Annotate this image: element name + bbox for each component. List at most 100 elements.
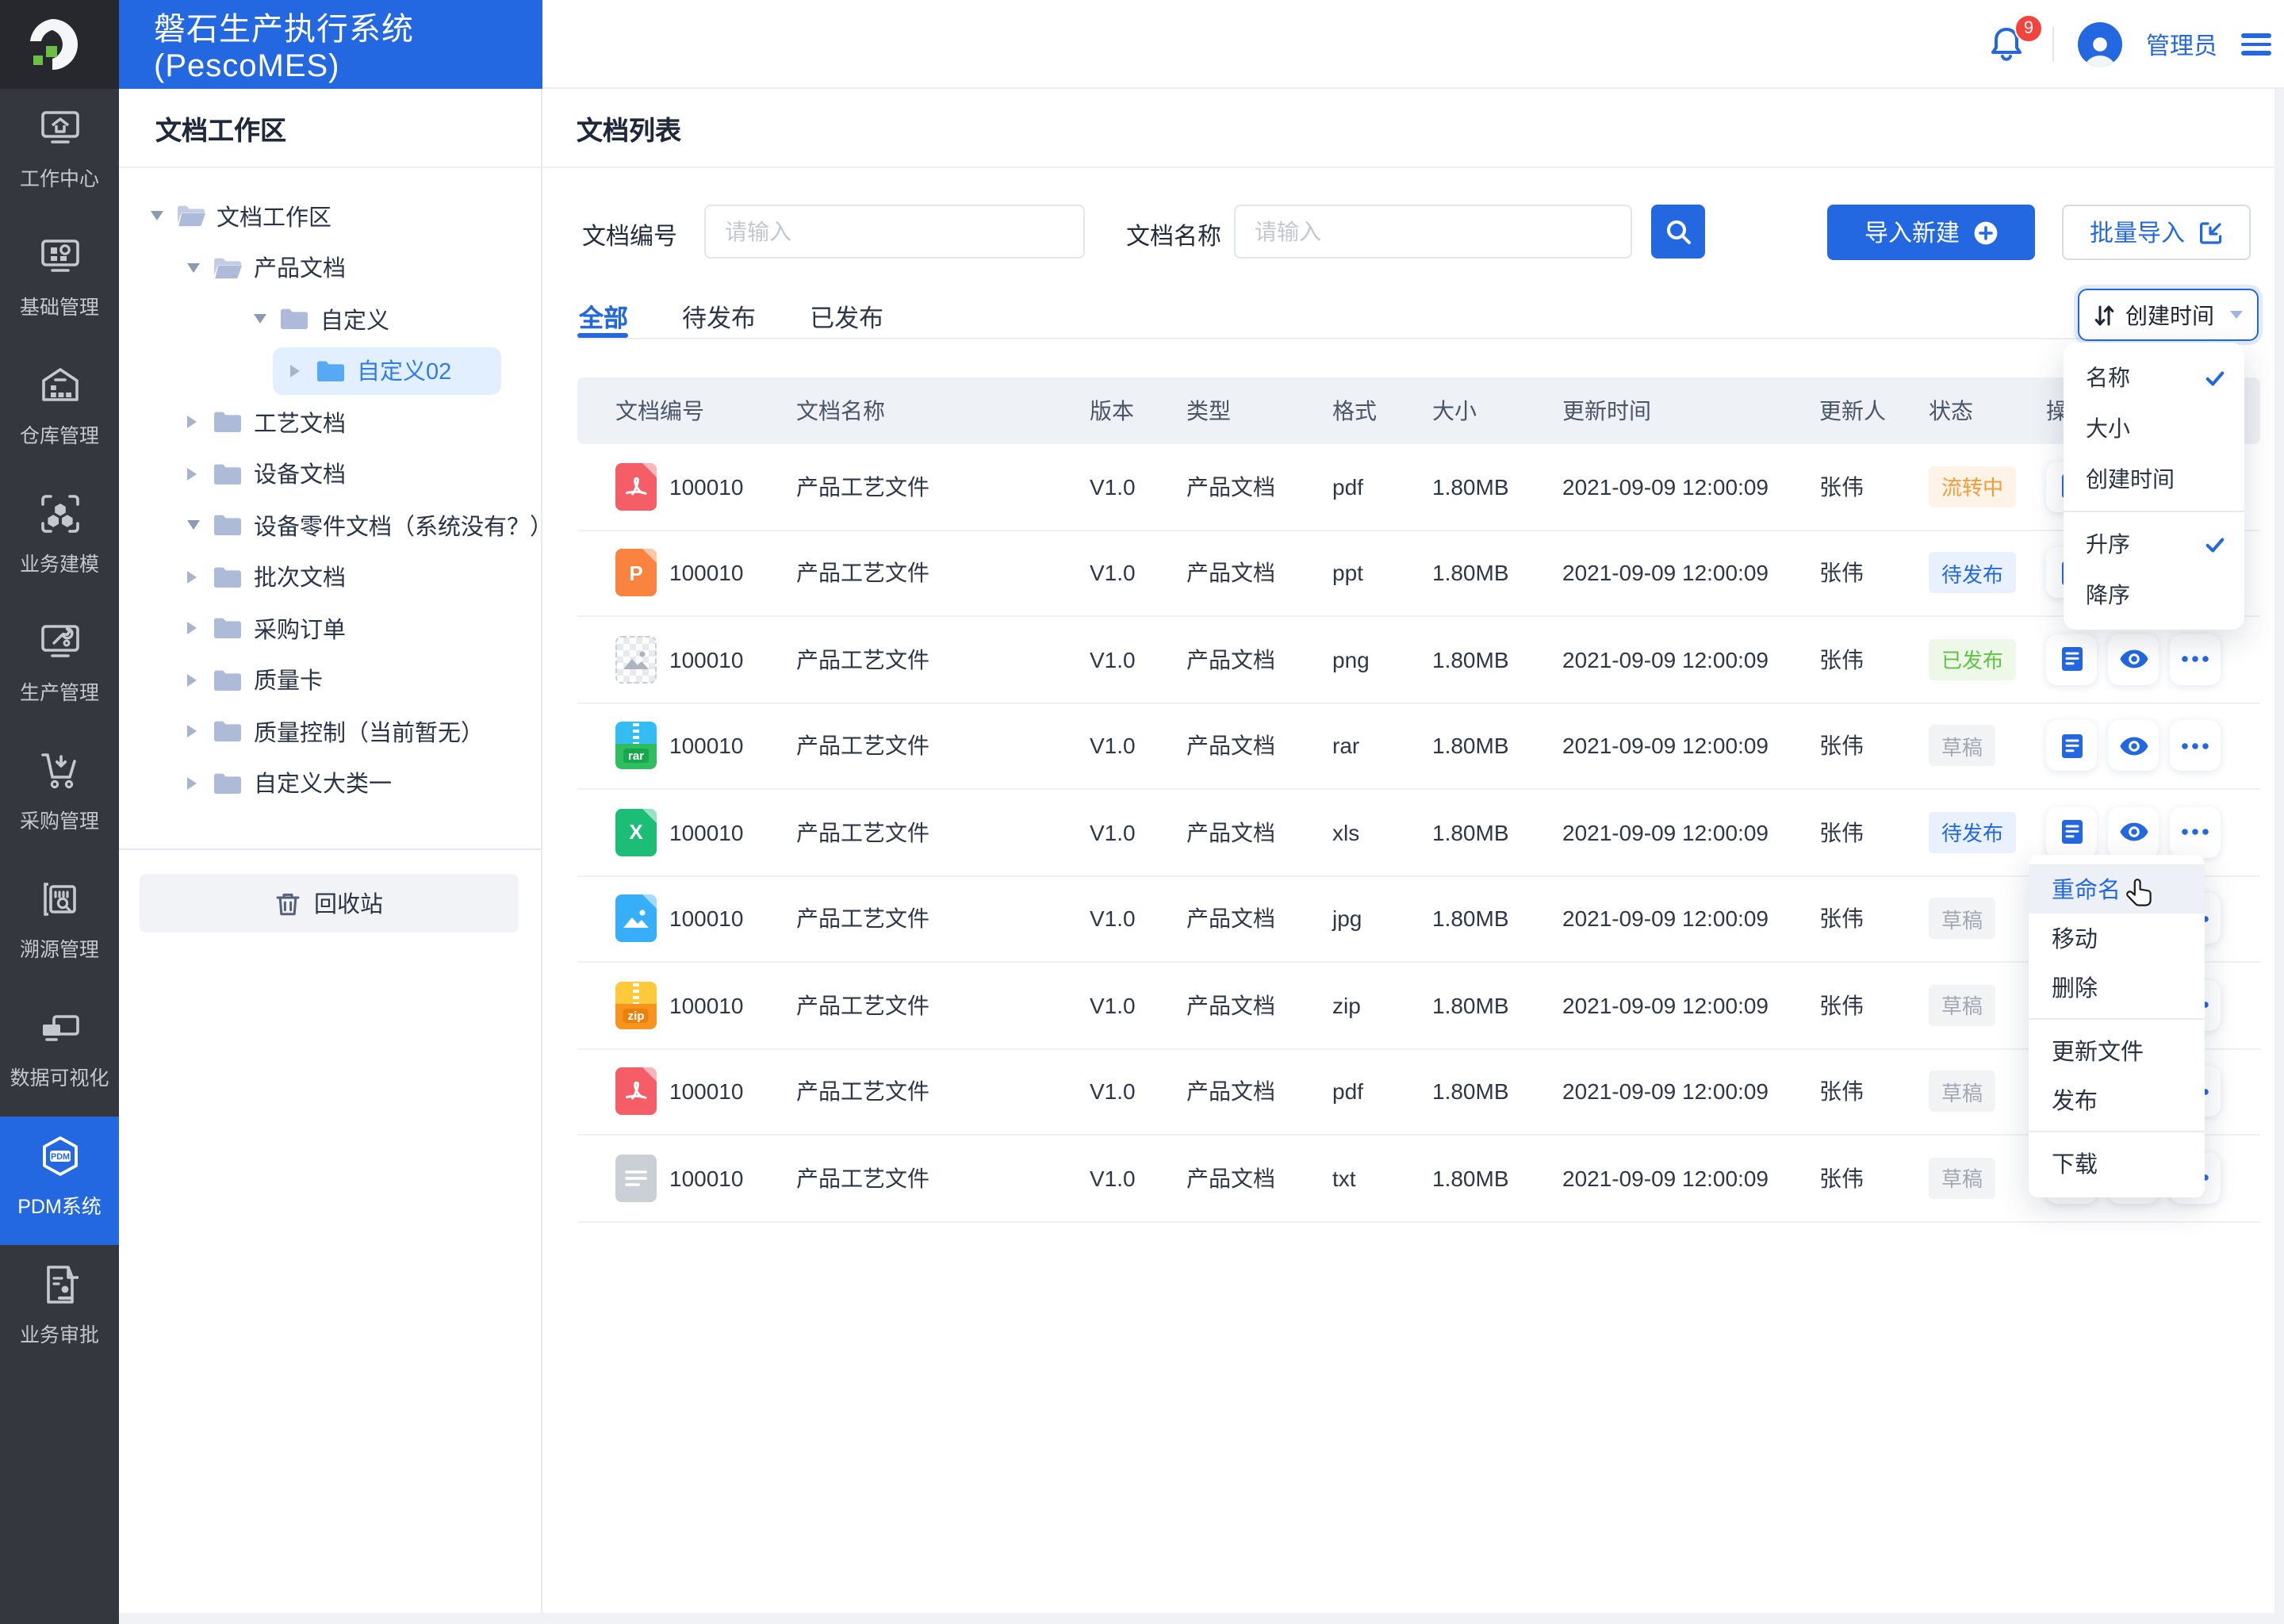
context-menu-item-移动[interactable]: 移动 [2028, 914, 2204, 963]
sort-option-label: 创建时间 [2086, 466, 2175, 492]
table-row[interactable]: X 100010 产品工艺文件 V1.0 产品文档 xls 1.80MB 2021-09-09… [577, 790, 2260, 876]
menu-icon[interactable] [2241, 33, 2271, 56]
batch-import-button[interactable]: 批量导入 [2062, 205, 2251, 260]
scrollbar-gutter[interactable] [2274, 89, 2284, 1613]
notification-bell-button[interactable]: 9 [1987, 14, 2043, 65]
table-row[interactable]: 100010 产品工艺文件 V1.0 产品文档 jpg 1.80MB 2021-09-09 … [577, 876, 2260, 963]
table-row[interactable]: 100010 产品工艺文件 V1.0 产品文档 txt 1.80MB 2021-09-09 … [577, 1136, 2260, 1222]
rail-item-label: 溯源管理 [19, 939, 99, 961]
row-detail-button[interactable] [2046, 806, 2097, 858]
tree-collapse-arrow-icon[interactable] [187, 622, 197, 635]
tab-待发布[interactable]: 待发布 [682, 300, 756, 335]
rail-item-doc-stamp[interactable]: 业务审批 [0, 1245, 119, 1373]
row-detail-button[interactable] [2046, 720, 2097, 772]
table-row[interactable]: 100010 产品工艺文件 V1.0 产品文档 pdf 1.80MB 2021-09-09 … [577, 444, 2260, 530]
cell-updated: 2021-09-09 12:00:09 [1562, 646, 1769, 672]
row-more-button[interactable] [2170, 806, 2221, 858]
rail-item-monitor-home[interactable]: 工作中心 [0, 89, 119, 217]
sort-option-创建时间[interactable]: 创建时间 [2064, 454, 2244, 504]
status-badge: 草稿 [1929, 1157, 1996, 1199]
cell-updated: 2021-09-09 12:00:09 [1562, 992, 1769, 1018]
rail-item-dual-monitor[interactable]: 数据可视化 [0, 988, 119, 1116]
tree-node-产品文档[interactable]: 产品文档 [119, 242, 540, 293]
zip-file-icon: zip [615, 981, 657, 1029]
tree-expand-arrow-icon[interactable] [254, 314, 266, 324]
search-icon [1666, 220, 1690, 243]
tab-全部[interactable]: 全部 [579, 300, 628, 335]
tree-node-质量控制（当前暂无）[interactable]: 质量控制（当前暂无） [119, 706, 540, 757]
rail-item-monitor-wrench[interactable]: 生产管理 [0, 603, 119, 731]
rail-item-cart-download[interactable]: 采购管理 [0, 731, 119, 860]
topbar-right: 9 管理员 [1987, 0, 2284, 89]
tree-node-自定义大类一[interactable]: 自定义大类一 [119, 757, 540, 809]
cell-doc-no: 100010 [669, 992, 744, 1018]
sort-option-名称[interactable]: 名称 [2064, 352, 2244, 403]
cursor-hand-icon [2125, 879, 2151, 906]
tree-collapse-arrow-icon[interactable] [187, 725, 197, 738]
tree-collapse-arrow-icon[interactable] [187, 673, 197, 687]
tree-node-设备零件文档（系统没有？）[interactable]: 设备零件文档（系统没有？） [119, 500, 553, 551]
doc-no-input[interactable] [704, 205, 1085, 259]
rail-item-barcode-search[interactable]: 溯源管理 [0, 860, 119, 988]
table-row[interactable]: zip 100010 产品工艺文件 V1.0 产品文档 zip 1.80MB 2021-09-… [577, 963, 2260, 1049]
search-button[interactable] [1651, 205, 1705, 259]
tree-collapse-arrow-icon[interactable] [187, 570, 197, 584]
txt-file-glyph [625, 1170, 647, 1186]
cell-doc-name: 产品工艺文件 [796, 646, 929, 672]
column-header-格式: 格式 [1332, 398, 1377, 423]
row-preview-button[interactable] [2108, 720, 2159, 772]
sort-select[interactable]: 创建时间 [2078, 289, 2259, 341]
tree-node-自定义[interactable]: 自定义 [119, 293, 540, 345]
tab-已发布[interactable]: 已发布 [810, 300, 883, 335]
doc-name-input[interactable] [1234, 205, 1632, 259]
cell-version: V1.0 [1090, 733, 1136, 759]
rail-item-warehouse[interactable]: 仓库管理 [0, 346, 119, 474]
table-row[interactable]: 100010 产品工艺文件 V1.0 产品文档 png 1.80MB 2021-09-09 … [577, 617, 2260, 703]
table-row[interactable]: P 100010 产品工艺文件 V1.0 产品文档 ppt 1.80MB 2021-09-09… [577, 530, 2260, 617]
tree-collapse-arrow-icon[interactable] [187, 416, 197, 429]
table-row[interactable]: rar 100010 产品工艺文件 V1.0 产品文档 rar 1.80MB 2021-09-… [577, 703, 2260, 790]
tree-node-工艺文档[interactable]: 工艺文档 [119, 396, 540, 448]
sort-option-大小[interactable]: 大小 [2064, 403, 2244, 454]
cell-version: V1.0 [1090, 906, 1136, 932]
eye-icon [2119, 737, 2148, 755]
sort-option-升序[interactable]: 升序 [2064, 519, 2244, 569]
tree-node-采购订单[interactable]: 采购订单 [119, 603, 540, 654]
tree-collapse-arrow-icon[interactable] [187, 776, 197, 790]
tree-node-质量卡[interactable]: 质量卡 [119, 654, 540, 706]
tree-node-批次文档[interactable]: 批次文档 [119, 551, 540, 603]
context-menu-item-重命名[interactable]: 重命名 [2028, 864, 2204, 914]
context-menu-item-下载[interactable]: 下载 [2028, 1139, 2204, 1188]
tabs-divider [577, 337, 2252, 339]
rail-item-pdm-hexagon[interactable]: PDM PDM系统 [0, 1116, 119, 1245]
context-menu-item-更新文件[interactable]: 更新文件 [2028, 1026, 2204, 1075]
row-preview-button[interactable] [2108, 806, 2159, 858]
recycle-bin-button[interactable]: 回收站 [140, 874, 519, 933]
import-new-button[interactable]: 导入新建 [1827, 205, 2035, 260]
row-more-button[interactable] [2170, 634, 2221, 685]
current-user[interactable]: 管理员 [2146, 28, 2217, 61]
rail-item-cubes-scan[interactable]: 业务建模 [0, 474, 119, 603]
tree-expand-arrow-icon[interactable] [187, 262, 200, 273]
table-row[interactable]: 100010 产品工艺文件 V1.0 产品文档 pdf 1.80MB 2021-09-09 … [577, 1049, 2260, 1136]
tree-expand-arrow-icon[interactable] [187, 520, 200, 530]
context-menu-item-发布[interactable]: 发布 [2028, 1075, 2204, 1124]
tree-node-设备文档[interactable]: 设备文档 [119, 448, 540, 500]
app-title: 磐石生产执行系统(PescoMES) [119, 0, 542, 89]
avatar[interactable] [2077, 22, 2122, 67]
sort-option-降序[interactable]: 降序 [2064, 569, 2244, 620]
tree-node-文档工作区[interactable]: 文档工作区 [119, 190, 540, 242]
row-preview-button[interactable] [2108, 634, 2159, 685]
tree-expand-arrow-icon[interactable] [150, 211, 163, 221]
tree-collapse-arrow-icon[interactable] [290, 364, 300, 377]
status-badge: 待发布 [1929, 811, 2017, 853]
cell-doc-no: 100010 [669, 473, 744, 500]
context-menu-item-删除[interactable]: 删除 [2028, 963, 2204, 1012]
rail-item-monitor-grid[interactable]: 基础管理 [0, 217, 119, 346]
tree-node-自定义02[interactable]: 自定义02 [119, 345, 540, 396]
doc-stamp-icon [46, 1266, 78, 1304]
app-logo[interactable] [0, 0, 119, 89]
tree-collapse-arrow-icon[interactable] [187, 467, 197, 481]
row-detail-button[interactable] [2046, 634, 2097, 685]
row-more-button[interactable] [2170, 720, 2221, 772]
